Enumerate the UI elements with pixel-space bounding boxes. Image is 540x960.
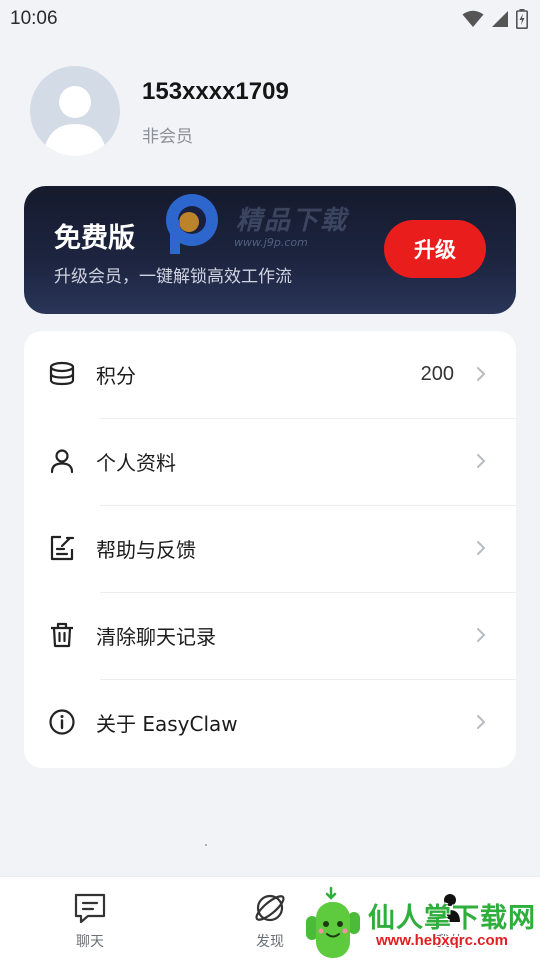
tab-label: 聊天: [76, 934, 104, 950]
edit-note-icon: [50, 535, 75, 561]
chevron-right-icon: [477, 715, 486, 729]
profile-header[interactable]: 153xxxx1709 非会员: [30, 66, 510, 158]
status-time: 10:06: [10, 8, 58, 29]
chevron-right-icon: [477, 628, 486, 642]
menu-item-label: 清除聊天记录: [96, 625, 216, 649]
cactus-logo-icon: [306, 886, 360, 958]
chevron-right-icon: [477, 454, 486, 468]
trash-icon: [51, 622, 73, 648]
coins-stack-icon: [49, 361, 75, 386]
battery-charging-icon: [516, 9, 528, 29]
cellular-signal-icon: [492, 11, 508, 27]
chevron-right-icon: [477, 541, 486, 555]
menu-item-clear-chat[interactable]: 清除聊天记录: [24, 592, 516, 679]
chat-icon: [74, 893, 106, 924]
decorative-dot: [205, 844, 207, 846]
user-icon: [50, 449, 74, 474]
menu-item-profile[interactable]: 个人资料: [24, 418, 516, 505]
planet-icon: [255, 894, 285, 922]
settings-menu: 积分 200 个人资料 帮助与反馈 清除聊天记录 关于 EasyClaw: [24, 331, 516, 768]
upgrade-button[interactable]: 升级: [384, 220, 486, 278]
user-phone: 153xxxx1709: [142, 78, 289, 105]
membership-status: 非会员: [142, 127, 193, 147]
info-icon: [49, 709, 75, 735]
plan-subtitle: 升级会员，一键解锁高效工作流: [54, 267, 292, 287]
vip-upgrade-card[interactable]: 精品下载 www.j9p.com 免费版 升级会员，一键解锁高效工作流 升级: [24, 186, 516, 314]
wifi-icon: [462, 10, 484, 27]
menu-item-about[interactable]: 关于 EasyClaw: [24, 679, 516, 766]
watermark-url: www.j9p.com: [234, 236, 308, 249]
status-icons: [462, 9, 528, 29]
menu-item-help-feedback[interactable]: 帮助与反馈: [24, 505, 516, 592]
menu-item-label: 关于 EasyClaw: [96, 712, 238, 736]
plan-title: 免费版: [54, 223, 135, 254]
watermark-text: 精品下载: [236, 206, 349, 236]
status-bar: 10:06: [0, 0, 540, 38]
points-value: 200: [420, 363, 454, 385]
corner-watermark-text: 仙人掌下载网: [368, 903, 536, 934]
menu-item-label: 帮助与反馈: [96, 538, 196, 562]
menu-item-label: 积分: [96, 364, 136, 388]
corner-watermark: 仙人掌下载网 www.hebxqrc.com: [300, 886, 540, 960]
menu-item-points[interactable]: 积分 200: [24, 331, 516, 418]
chevron-right-icon: [477, 367, 486, 381]
avatar[interactable]: [30, 66, 120, 156]
menu-item-label: 个人资料: [96, 451, 176, 475]
default-avatar-icon: [43, 86, 107, 156]
watermark-logo-icon: [166, 194, 218, 254]
corner-watermark-url: www.hebxqrc.com: [376, 932, 508, 949]
tab-chat[interactable]: 聊天: [45, 891, 135, 951]
